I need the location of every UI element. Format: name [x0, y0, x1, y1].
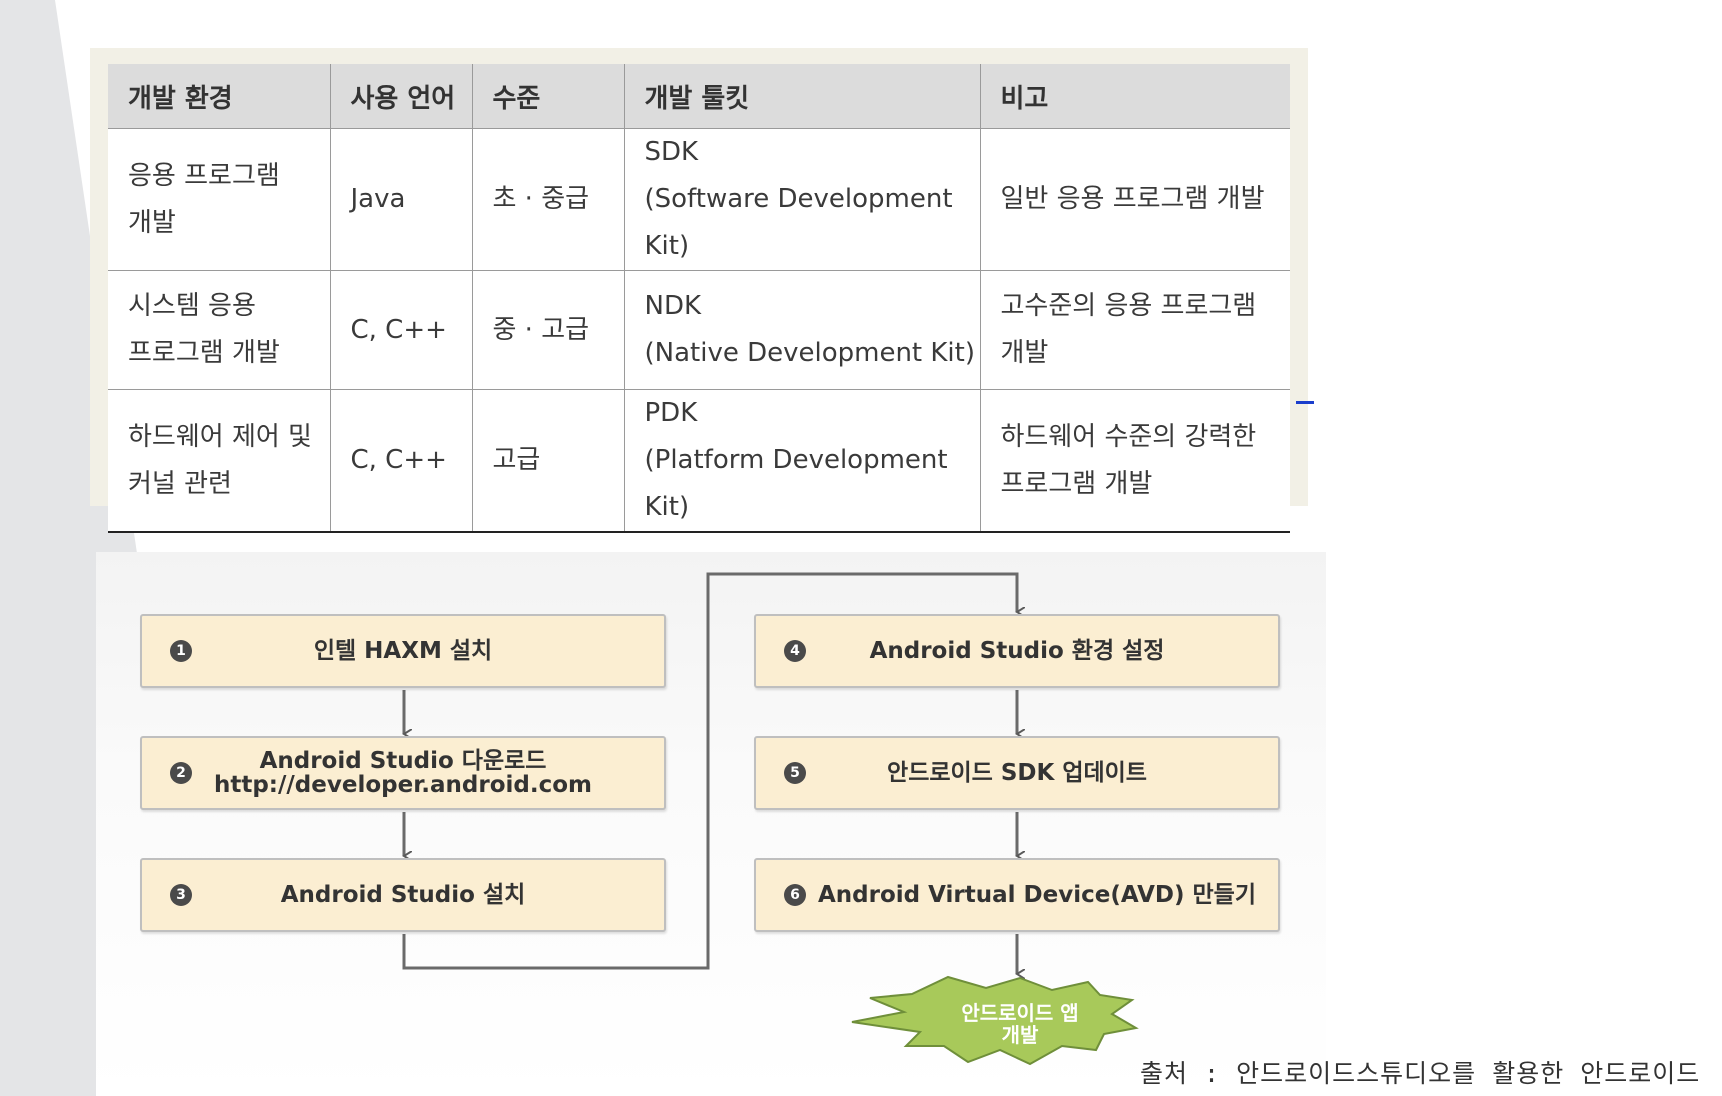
final-step-label: 안드로이드 앱 개발	[940, 1002, 1100, 1046]
flow-step-1: 1 인텔 HAXM 설치	[140, 614, 666, 688]
flow-step-6: 6 Android Virtual Device(AVD) 만들기	[754, 858, 1280, 932]
step-label: 안드로이드 SDK 업데이트	[887, 760, 1147, 786]
flow-step-3: 3 Android Studio 설치	[140, 858, 666, 932]
step-number-badge: 5	[784, 762, 806, 784]
flow-step-4: 4 Android Studio 환경 설정	[754, 614, 1280, 688]
flow-step-2: 2 Android Studio 다운로드 http://developer.a…	[140, 736, 666, 810]
step-number-badge: 1	[170, 640, 192, 662]
step-label: Android Studio 환경 설정	[869, 638, 1165, 664]
step-number-badge: 2	[170, 762, 192, 784]
step-label: Android Virtual Device(AVD) 만들기	[818, 882, 1256, 908]
final-step-line2: 개발	[1001, 1023, 1039, 1047]
step-number-badge: 3	[170, 884, 192, 906]
step-label: 인텔 HAXM 설치	[313, 638, 493, 664]
source-caption: 출처 : 안드로이드스튜디오를 활용한 안드로이드	[1140, 1059, 1701, 1088]
flow-step-5: 5 안드로이드 SDK 업데이트	[754, 736, 1280, 810]
final-step-line1: 안드로이드 앱	[961, 1001, 1079, 1025]
step-number-badge: 6	[784, 884, 806, 906]
step-label: Android Studio 다운로드	[259, 748, 547, 774]
step-label: Android Studio 설치	[280, 882, 526, 908]
step-number-badge: 4	[784, 640, 806, 662]
step-url: http://developer.android.com	[213, 772, 593, 798]
